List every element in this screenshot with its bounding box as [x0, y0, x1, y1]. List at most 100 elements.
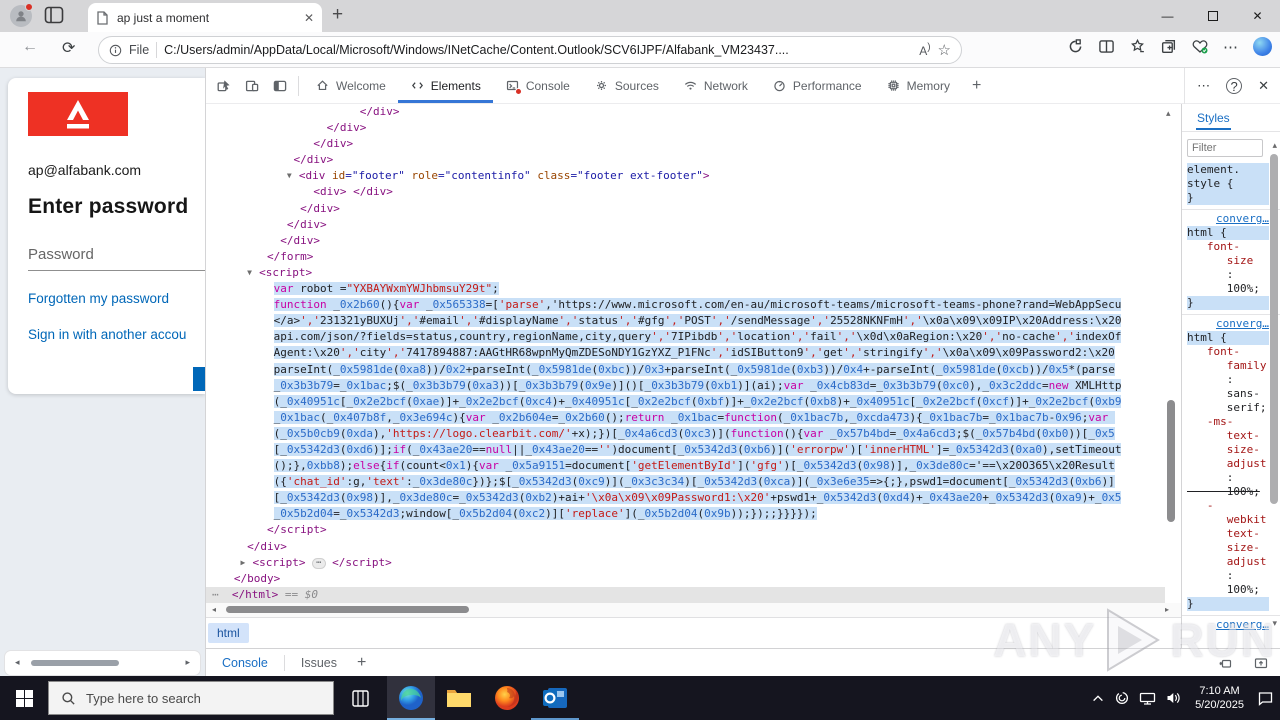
favorites-hub-icon[interactable]: [1129, 38, 1146, 55]
devtools-tab-network[interactable]: Network: [671, 68, 760, 103]
breadcrumb-html[interactable]: html: [208, 623, 249, 643]
styles-scrollbar-thumb[interactable]: [1270, 154, 1278, 504]
drawer-tab-issues[interactable]: Issues: [301, 656, 337, 670]
tray-volume-icon[interactable]: [1165, 690, 1182, 706]
code-line[interactable]: (_0x40951c[_0x2e2bcf(0xae)]+_0x2e2bcf(0x…: [206, 394, 1181, 410]
elements-horizontal-scrollbar[interactable]: ◂ ▸: [206, 603, 1181, 617]
code-line[interactable]: </form>: [206, 249, 1181, 265]
code-line[interactable]: ▶ <script> ⋯ </script>: [206, 555, 1181, 571]
devtools-close-icon[interactable]: ✕: [1258, 78, 1269, 94]
style-line[interactable]: serif;: [1187, 401, 1269, 415]
styles-filter-input[interactable]: [1187, 139, 1263, 157]
style-line[interactable]: text-: [1187, 429, 1269, 443]
tray-sync-icon[interactable]: [1114, 690, 1130, 706]
settings-more-icon[interactable]: ⋯: [1223, 38, 1239, 56]
tray-chevron-icon[interactable]: [1091, 692, 1105, 704]
code-line[interactable]: _0x1bac(_0x407b8f,_0x3e694c){var _0x2b60…: [206, 410, 1181, 426]
scroll-left-icon[interactable]: ◂: [15, 657, 20, 668]
style-line[interactable]: -: [1187, 499, 1269, 513]
style-line[interactable]: element.: [1187, 163, 1269, 177]
inspect-icon[interactable]: [216, 78, 232, 94]
other-account-link[interactable]: Sign in with another accou: [28, 327, 186, 342]
expand-panel-icon[interactable]: [1253, 655, 1269, 671]
new-tab-button[interactable]: +: [332, 4, 343, 26]
code-line[interactable]: Agent:\x20','city','7417894887:AAGtHR68w…: [206, 345, 1181, 361]
code-line[interactable]: </div>: [206, 217, 1181, 233]
code-line[interactable]: </div>: [206, 104, 1181, 120]
task-view-button[interactable]: [336, 676, 384, 720]
address-bar[interactable]: File C:/Users/admin/AppData/Local/Micros…: [98, 36, 962, 64]
taskbar-firefox-icon[interactable]: [483, 676, 531, 720]
tab-styles[interactable]: Styles: [1196, 106, 1231, 130]
code-line[interactable]: </div>: [206, 152, 1181, 168]
style-line[interactable]: :: [1187, 373, 1269, 387]
scrollbar-thumb[interactable]: [31, 660, 119, 666]
code-line[interactable]: function _0x2b60(){var _0x565338=['parse…: [206, 297, 1181, 313]
collections-icon[interactable]: [1160, 38, 1177, 55]
style-line[interactable]: 100%;: [1187, 485, 1269, 499]
code-line[interactable]: (_0x5b0cb9(0xda),'https://logo.clearbit.…: [206, 426, 1181, 442]
style-line[interactable]: webkit: [1187, 513, 1269, 527]
devtools-tab-memory[interactable]: Memory: [874, 68, 962, 103]
window-close-button[interactable]: ✕: [1235, 0, 1280, 32]
style-line[interactable]: style {: [1187, 177, 1269, 191]
password-input[interactable]: Password: [28, 246, 94, 263]
code-line[interactable]: <div> </div>: [206, 184, 1181, 200]
devtools-tab-welcome[interactable]: Welcome: [303, 68, 398, 103]
stylesheet-link[interactable]: converg…: [1187, 317, 1269, 331]
style-line[interactable]: font-: [1187, 240, 1269, 254]
code-line[interactable]: ({'chat_id':g,'text':_0x3de80c})};$[_0x5…: [206, 474, 1181, 490]
style-line[interactable]: family: [1187, 359, 1269, 373]
code-line[interactable]: </script>: [206, 522, 1181, 538]
scroll-down-icon[interactable]: ▾: [1272, 618, 1277, 629]
scroll-right-icon[interactable]: ▸: [185, 657, 190, 668]
workspaces-icon[interactable]: [44, 6, 66, 26]
devtools-help-icon[interactable]: ?: [1226, 78, 1243, 94]
selected-element-row[interactable]: ⋯ </html> == $0: [206, 587, 1165, 603]
node-menu-icon[interactable]: ⋯: [212, 588, 219, 601]
style-line[interactable]: size-: [1187, 443, 1269, 457]
devtools-add-tab-button[interactable]: +: [962, 68, 991, 103]
code-line[interactable]: parseInt(_0x5981de(0xa8))/0x2+parseInt(_…: [206, 362, 1181, 378]
forgot-password-link[interactable]: Forgotten my password: [28, 291, 169, 306]
page-horizontal-scrollbar[interactable]: ◂ ▸: [4, 650, 201, 676]
taskbar-clock[interactable]: 7:10 AM 5/20/2025: [1195, 684, 1244, 712]
code-line[interactable]: [_0x5342d3(0xd6)];if(_0x43ae20==null||_0…: [206, 442, 1181, 458]
style-line[interactable]: :: [1187, 569, 1269, 583]
tab-close-icon[interactable]: ✕: [304, 11, 314, 25]
refresh-button[interactable]: ⟳: [62, 38, 75, 58]
back-button[interactable]: ←: [22, 38, 38, 56]
style-line[interactable]: -ms-: [1187, 415, 1269, 429]
style-line[interactable]: }: [1187, 296, 1269, 310]
taskbar-search-box[interactable]: Type here to search: [48, 681, 334, 715]
browser-essentials-icon[interactable]: [1191, 38, 1209, 55]
browser-tab[interactable]: ap just a moment ✕: [88, 3, 322, 32]
devtools-tab-console[interactable]: Console: [493, 68, 582, 103]
stylesheet-link[interactable]: converg…: [1187, 618, 1269, 632]
selected-tag[interactable]: </html>: [232, 588, 278, 601]
scroll-left-icon[interactable]: ◂: [212, 605, 216, 614]
style-line[interactable]: size: [1187, 254, 1269, 268]
style-line[interactable]: size-: [1187, 541, 1269, 555]
devtools-tab-sources[interactable]: Sources: [582, 68, 671, 103]
style-line[interactable]: :: [1187, 268, 1269, 282]
style-line[interactable]: text-: [1187, 527, 1269, 541]
elements-vertical-scrollbar[interactable]: ▴: [1163, 104, 1179, 587]
split-screen-icon[interactable]: [1098, 38, 1115, 55]
code-line[interactable]: _0x5b2d04=_0x5342d3;window[_0x5b2d04(0xc…: [206, 506, 1181, 522]
copilot-icon[interactable]: [1253, 37, 1272, 56]
url-text[interactable]: C:/Users/admin/AppData/Local/Microsoft/W…: [164, 43, 912, 57]
stylesheet-link[interactable]: converg…: [1187, 212, 1269, 226]
style-line[interactable]: sans-: [1187, 387, 1269, 401]
taskbar-edge-icon[interactable]: [387, 676, 435, 720]
code-line[interactable]: </div>: [206, 201, 1181, 217]
taskbar-explorer-icon[interactable]: [435, 676, 483, 720]
style-line[interactable]: html {: [1187, 226, 1269, 240]
scrollbar-thumb[interactable]: [226, 606, 469, 613]
code-line[interactable]: </div>: [206, 120, 1181, 136]
activity-bar-icon[interactable]: [272, 78, 288, 94]
code-line[interactable]: api.com/json/?fields=status,country,regi…: [206, 329, 1181, 345]
device-toolbar-icon[interactable]: [244, 78, 260, 94]
code-line[interactable]: </div>: [206, 233, 1181, 249]
window-minimize-button[interactable]: —: [1145, 0, 1190, 32]
